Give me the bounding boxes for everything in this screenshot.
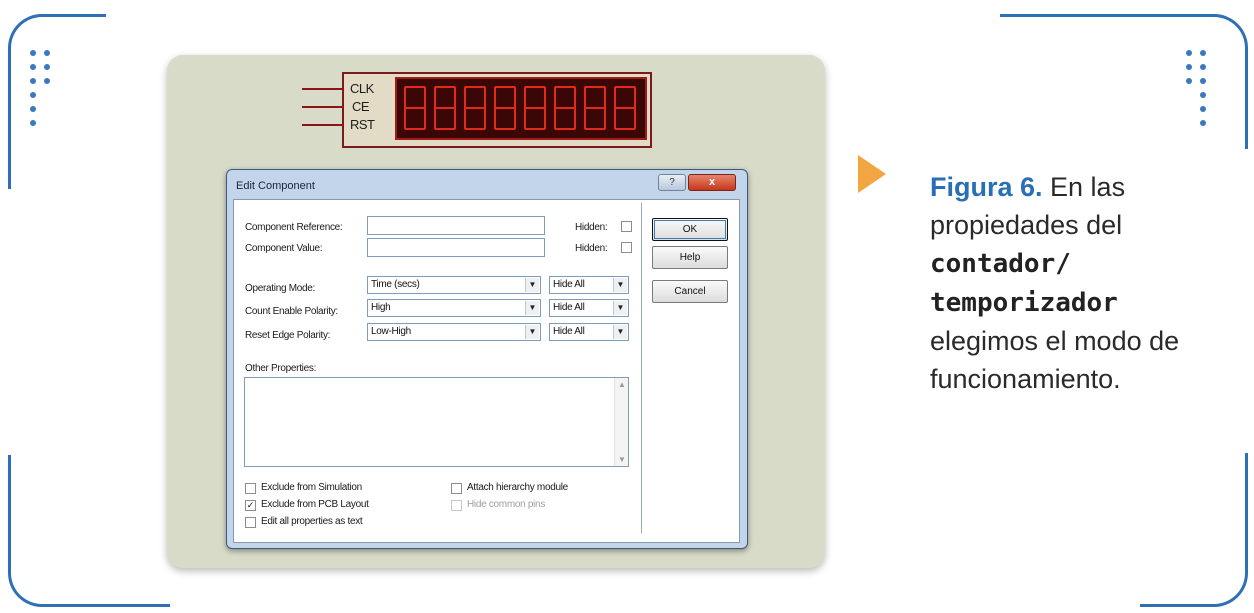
pin-label-clk: CLK xyxy=(350,81,374,96)
other-properties-textarea[interactable]: ▲ ▼ xyxy=(244,377,629,467)
chevron-down-icon[interactable]: ▼ xyxy=(525,301,539,315)
help-button[interactable]: Help xyxy=(652,246,728,269)
chevron-down-icon[interactable]: ▼ xyxy=(613,278,627,292)
hide-common-pins-label: Hide common pins xyxy=(467,499,546,510)
exclude-simulation-label: Exclude from Simulation xyxy=(261,482,362,493)
chevron-down-icon[interactable]: ▼ xyxy=(525,325,539,339)
caption-arrow-icon xyxy=(858,155,886,193)
other-properties-label: Other Properties: xyxy=(245,363,317,374)
reset-edge-visibility-value: Hide All xyxy=(553,326,585,337)
dots-decoration-left xyxy=(30,50,60,130)
cancel-button[interactable]: Cancel xyxy=(652,280,728,303)
exclude-pcb-label: Exclude from PCB Layout xyxy=(261,499,369,510)
display-digit xyxy=(584,86,606,130)
value-hidden-checkbox[interactable] xyxy=(621,242,632,253)
component-reference-label: Component Reference: xyxy=(245,222,343,233)
operating-mode-select[interactable]: Time (secs) ▼ xyxy=(367,276,541,294)
pin-label-rst: RST xyxy=(350,117,375,132)
exclude-simulation-checkbox[interactable] xyxy=(245,483,256,494)
count-enable-visibility-select[interactable]: Hide All ▼ xyxy=(549,299,629,317)
component-value-label: Component Value: xyxy=(245,243,323,254)
count-enable-polarity-select[interactable]: High ▼ xyxy=(367,299,541,317)
display-digit xyxy=(614,86,636,130)
display-digit xyxy=(554,86,576,130)
seven-segment-display xyxy=(395,77,647,140)
count-enable-polarity-label: Count Enable Polarity: xyxy=(245,306,338,317)
figure-caption: Figura 6. En las propiedades del contado… xyxy=(930,168,1230,398)
component-reference-input[interactable] xyxy=(367,216,545,235)
dialog-title: Edit Component xyxy=(236,180,315,192)
textarea-scrollbar[interactable]: ▲ ▼ xyxy=(614,378,628,466)
chevron-down-icon[interactable]: ▼ xyxy=(613,301,627,315)
pin-wire-ce[interactable] xyxy=(302,106,344,108)
count-enable-polarity-value: High xyxy=(371,302,391,313)
display-digit xyxy=(464,86,486,130)
pin-label-ce: CE xyxy=(352,99,370,114)
hidden-label: Hidden: xyxy=(575,243,608,254)
dialog-divider xyxy=(641,203,642,533)
display-digit xyxy=(404,86,426,130)
component-value-input[interactable] xyxy=(367,238,545,257)
help-icon[interactable]: ? xyxy=(658,174,686,191)
caption-text-2: elegimos el modo de funcionamiento. xyxy=(930,326,1180,394)
edit-as-text-checkbox[interactable] xyxy=(245,517,256,528)
close-icon[interactable]: x xyxy=(688,174,736,191)
exclude-pcb-checkbox[interactable]: ✓ xyxy=(245,500,256,511)
chevron-down-icon[interactable]: ▼ xyxy=(525,278,539,292)
reset-edge-polarity-value: Low-High xyxy=(371,326,411,337)
reset-edge-polarity-select[interactable]: Low-High ▼ xyxy=(367,323,541,341)
operating-mode-visibility-select[interactable]: Hide All ▼ xyxy=(549,276,629,294)
reference-hidden-checkbox[interactable] xyxy=(621,221,632,232)
ok-button[interactable]: OK xyxy=(652,218,728,241)
hide-common-pins-checkbox xyxy=(451,500,462,511)
operating-mode-label: Operating Mode: xyxy=(245,283,315,294)
reset-edge-visibility-select[interactable]: Hide All ▼ xyxy=(549,323,629,341)
hidden-label: Hidden: xyxy=(575,222,608,233)
frame-corner-bottom-right xyxy=(1140,453,1248,607)
attach-hierarchy-label: Attach hierarchy module xyxy=(467,482,568,493)
display-digit xyxy=(524,86,546,130)
operating-mode-visibility-value: Hide All xyxy=(553,279,585,290)
pin-wire-clk[interactable] xyxy=(302,88,344,90)
display-digit xyxy=(434,86,456,130)
dots-decoration-right xyxy=(1186,50,1216,130)
display-digit xyxy=(494,86,516,130)
caption-code-term: contador/ temporizador xyxy=(930,249,1118,318)
operating-mode-value: Time (secs) xyxy=(371,279,420,290)
chevron-down-icon[interactable]: ▼ xyxy=(613,325,627,339)
attach-hierarchy-checkbox[interactable] xyxy=(451,483,462,494)
frame-corner-bottom-left xyxy=(8,455,170,607)
edit-as-text-label: Edit all properties as text xyxy=(261,516,363,527)
figure-number: Figura 6. xyxy=(930,172,1043,202)
count-enable-visibility-value: Hide All xyxy=(553,302,585,313)
reset-edge-polarity-label: Reset Edge Polarity: xyxy=(245,330,331,341)
pin-wire-rst[interactable] xyxy=(302,124,344,126)
